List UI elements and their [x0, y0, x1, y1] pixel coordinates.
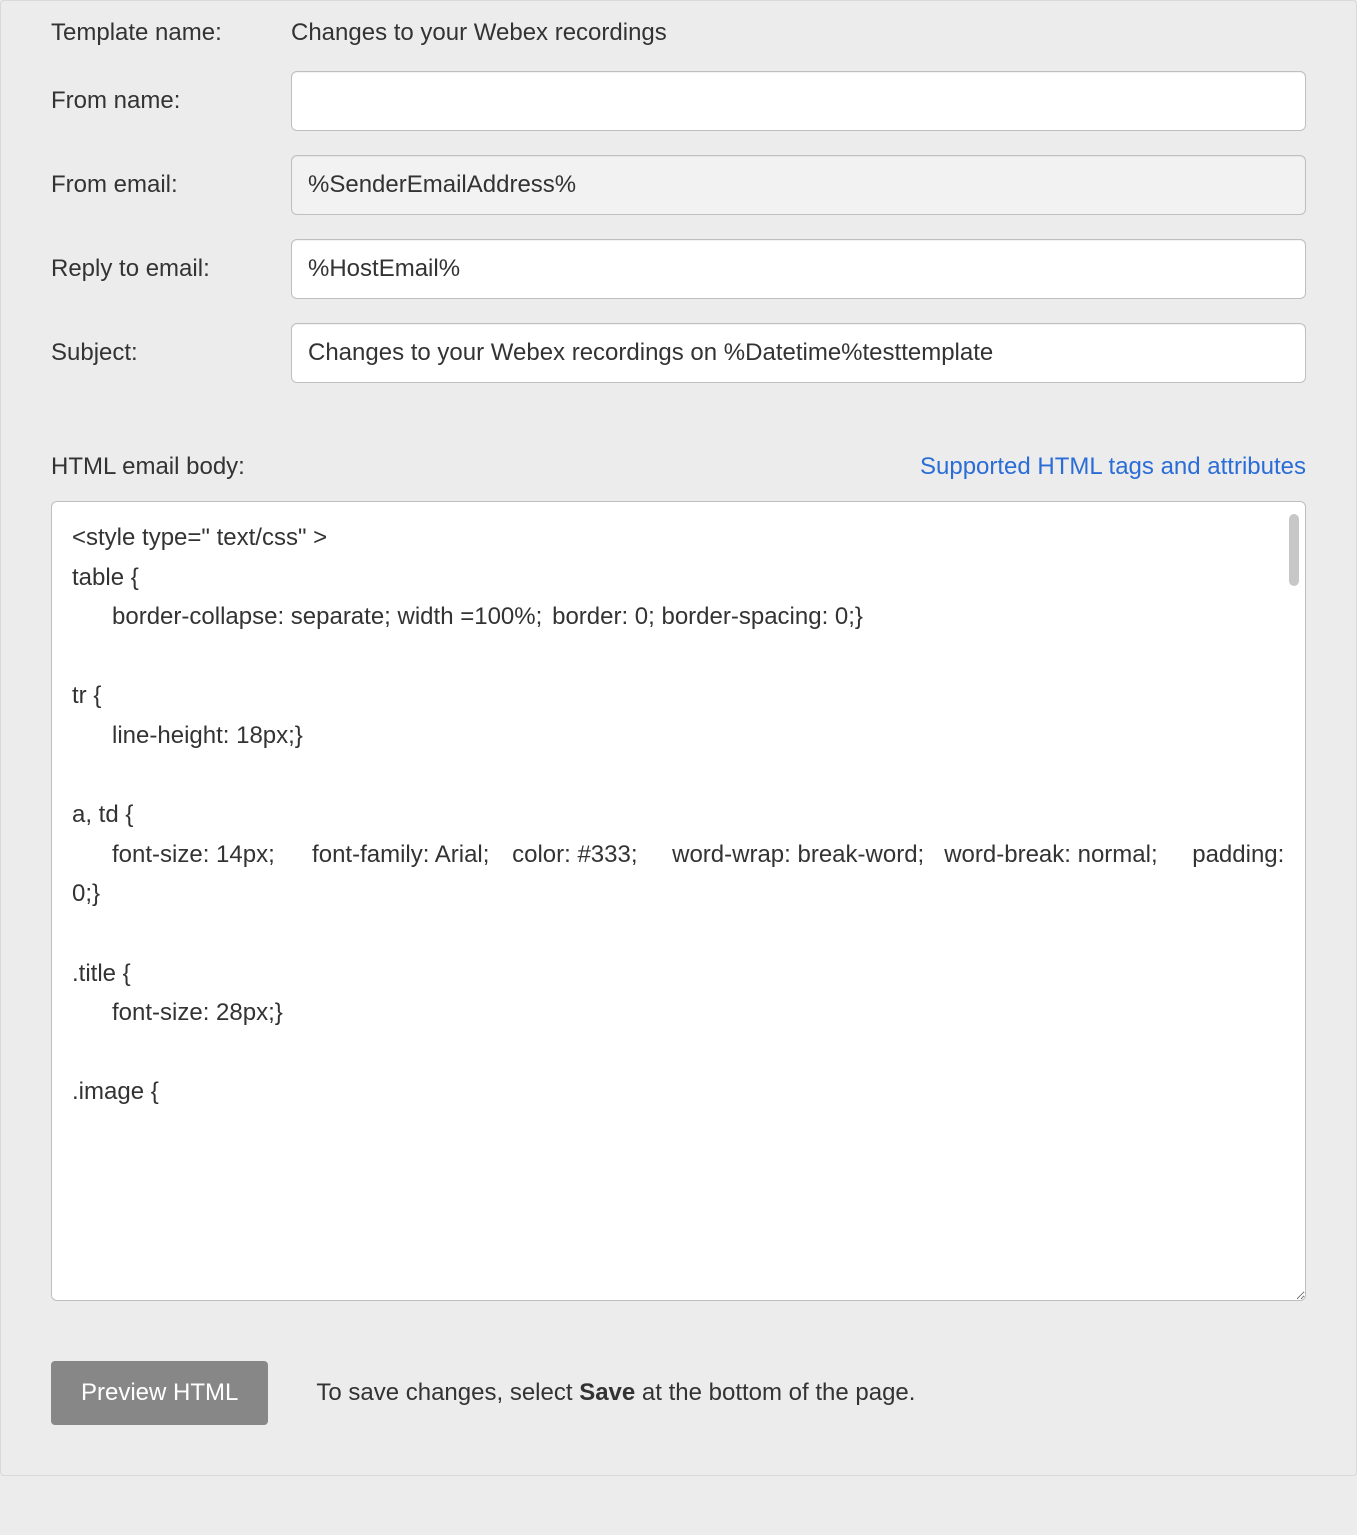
row-from-name: From name: [51, 71, 1306, 131]
subject-input[interactable] [291, 323, 1306, 383]
label-html-email-body: HTML email body: [51, 453, 245, 481]
row-template-name: Template name: Changes to your Webex rec… [51, 19, 1306, 47]
row-subject: Subject: [51, 323, 1306, 383]
preview-html-button[interactable]: Preview HTML [51, 1361, 268, 1425]
save-hint-bold: Save [579, 1379, 635, 1406]
html-body-textarea[interactable] [52, 502, 1305, 1300]
html-body-wrapper [51, 501, 1306, 1301]
section-header-html-body: HTML email body: Supported HTML tags and… [51, 453, 1306, 481]
label-subject: Subject: [51, 339, 291, 367]
row-from-email: From email: [51, 155, 1306, 215]
reply-to-email-input[interactable] [291, 239, 1306, 299]
email-template-form: Template name: Changes to your Webex rec… [0, 0, 1357, 1476]
from-email-input[interactable] [291, 155, 1306, 215]
scrollbar-thumb[interactable] [1289, 514, 1299, 586]
label-from-name: From name: [51, 87, 291, 115]
label-reply-to-email: Reply to email: [51, 255, 291, 283]
label-template-name: Template name: [51, 19, 291, 47]
footer-row: Preview HTML To save changes, select Sav… [51, 1361, 1306, 1425]
row-reply-to-email: Reply to email: [51, 239, 1306, 299]
supported-html-tags-link[interactable]: Supported HTML tags and attributes [920, 453, 1306, 481]
save-hint-text: To save changes, select Save at the bott… [316, 1379, 915, 1407]
save-hint-pre: To save changes, select [316, 1379, 579, 1406]
value-template-name: Changes to your Webex recordings [291, 19, 667, 47]
label-from-email: From email: [51, 171, 291, 199]
save-hint-post: at the bottom of the page. [635, 1379, 915, 1406]
from-name-input[interactable] [291, 71, 1306, 131]
